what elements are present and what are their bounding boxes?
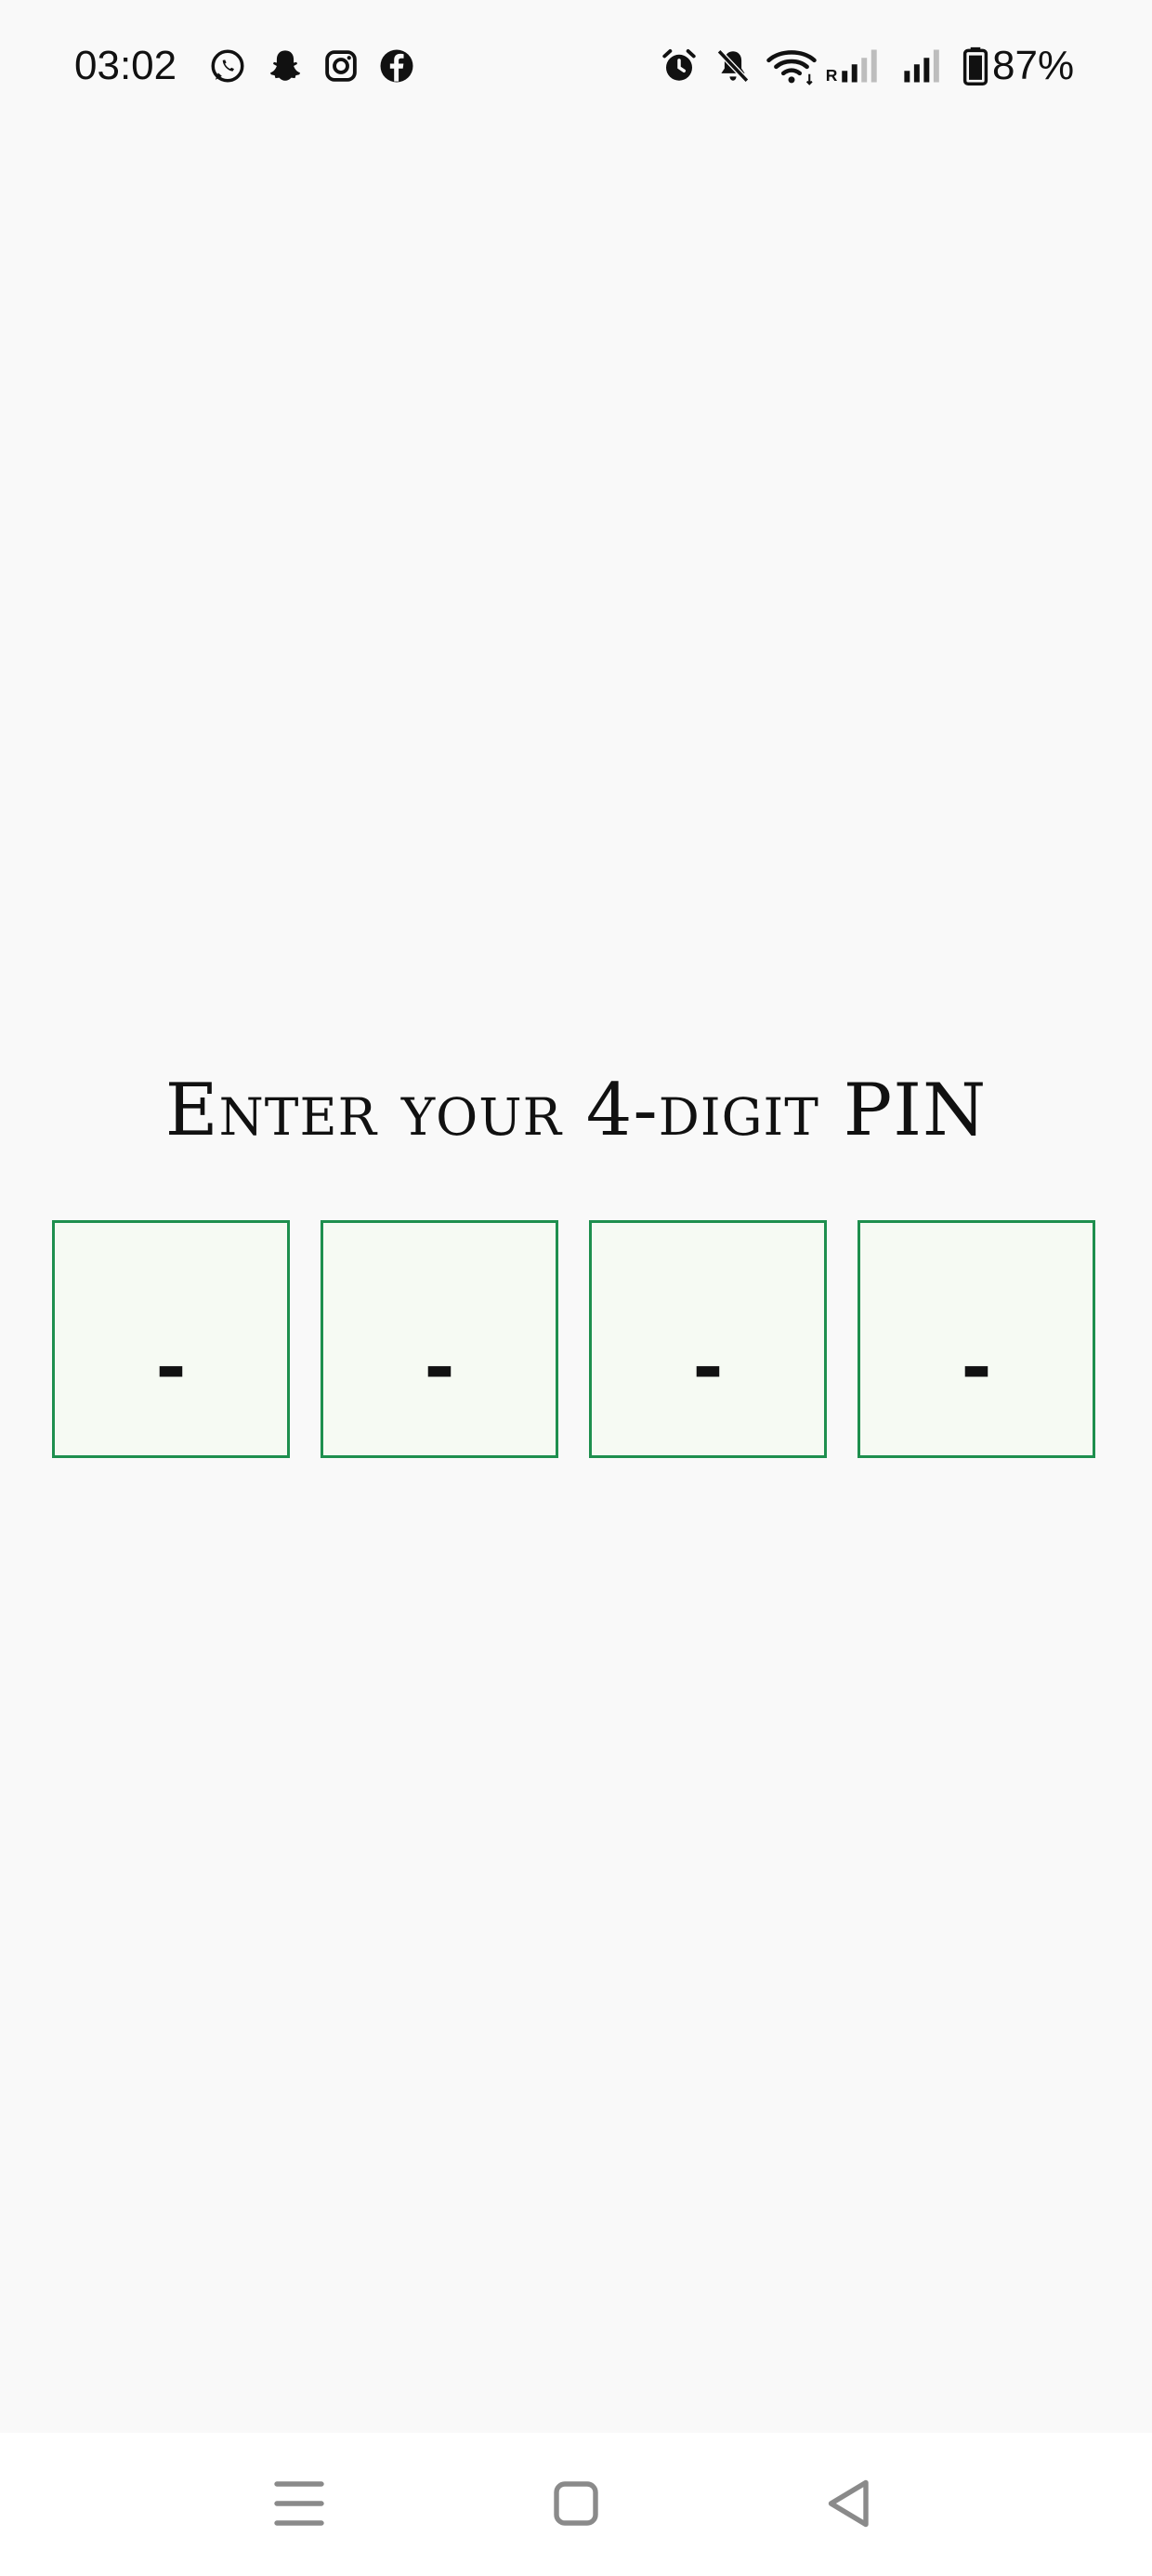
pin-digit-1: - (155, 1324, 187, 1411)
snapchat-icon (266, 46, 305, 85)
signal-roaming-icon: R (821, 46, 892, 85)
pin-digit-3: - (692, 1324, 724, 1411)
instagram-icon (321, 46, 360, 85)
pin-digit-2: - (424, 1324, 455, 1411)
wifi-icon (766, 46, 818, 85)
pin-digit-box-2[interactable]: - (321, 1220, 558, 1458)
pin-prompt-title: Enter your 4-digit PIN (164, 1069, 988, 1152)
alarm-icon (660, 46, 699, 85)
status-time: 03:02 (74, 43, 177, 88)
whatsapp-icon (208, 46, 247, 85)
navigation-bar (0, 2433, 1152, 2576)
pin-digit-box-4[interactable]: - (857, 1220, 1095, 1458)
menu-icon[interactable] (266, 2470, 333, 2537)
battery-percentage: 87% (992, 43, 1075, 88)
pin-input-group: - - - - (52, 1220, 1100, 1462)
back-icon[interactable] (816, 2470, 883, 2537)
pin-digit-box-1[interactable]: - (52, 1220, 290, 1458)
status-bar: 03:02 R 87% (0, 0, 1152, 139)
signal-icon (899, 46, 953, 85)
notifications-muted-icon (713, 46, 753, 85)
home-icon[interactable] (543, 2470, 609, 2537)
svg-text:R: R (826, 66, 838, 85)
facebook-icon (377, 46, 416, 85)
pin-digit-box-3[interactable]: - (589, 1220, 827, 1458)
battery-icon (961, 46, 990, 85)
pin-digit-4: - (961, 1324, 992, 1411)
